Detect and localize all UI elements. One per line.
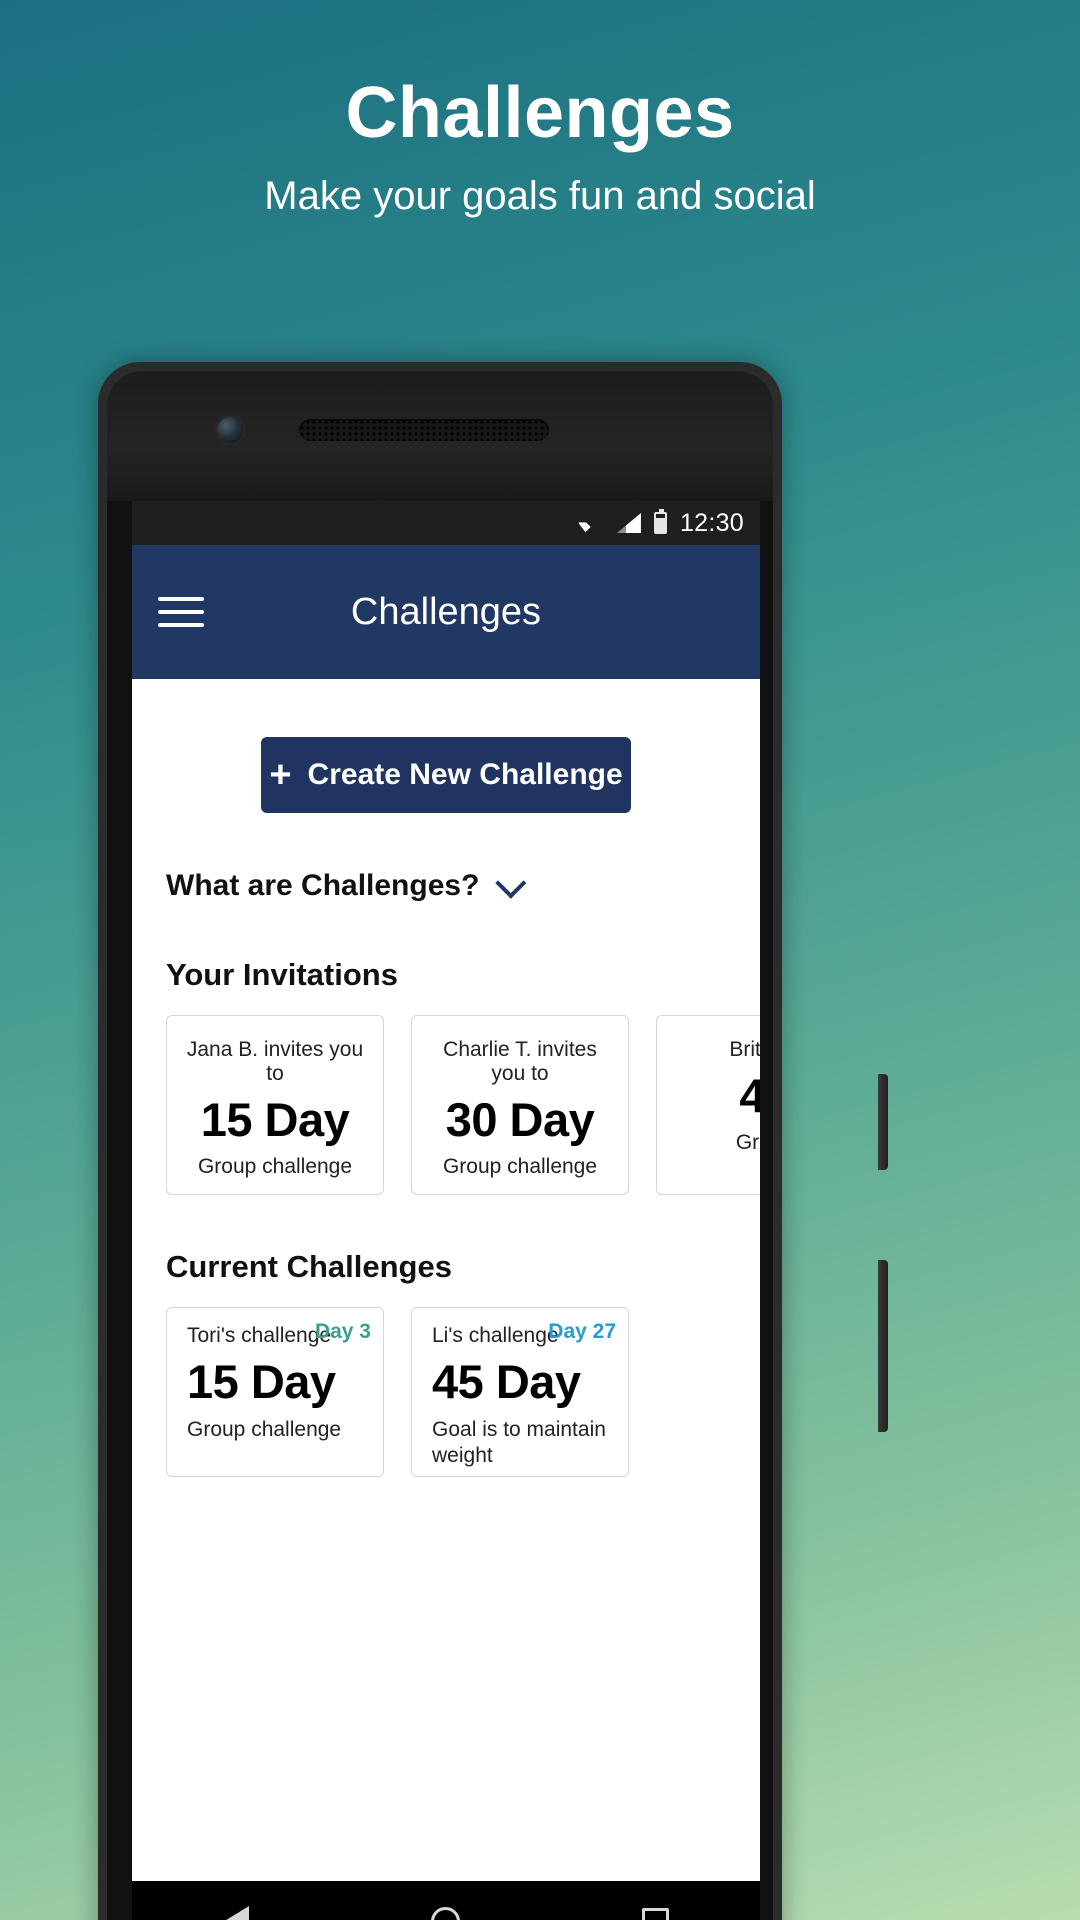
invitation-inviter: Charlie T. invites you to: [443, 1038, 597, 1085]
day-badge: Day 3: [314, 1320, 371, 1343]
your-invitations-heading: Your Invitations: [166, 957, 398, 992]
signal-icon: [616, 513, 641, 533]
promo-screenshot: Challenges Make your goals fun and socia…: [0, 0, 1080, 1920]
back-triangle-icon[interactable]: [223, 1905, 249, 1920]
invitation-inviter: Jana B. invites you to: [186, 1038, 364, 1085]
volume-button[interactable]: [878, 1260, 888, 1432]
plus-icon: +: [269, 754, 292, 796]
wifi-icon: [578, 514, 604, 533]
status-bar-clock: 12:30: [679, 508, 744, 537]
challenge-duration: 15 Day: [187, 1355, 336, 1408]
challenge-goal: Group challenge: [187, 1418, 342, 1441]
invitation-inviter: Brittany: [729, 1038, 760, 1061]
promo-subtitle: Make your goals fun and social: [264, 174, 816, 218]
invitation-duration: 30 Day: [445, 1093, 595, 1146]
power-button[interactable]: [878, 1074, 888, 1170]
invitation-type: Group challenge: [197, 1155, 353, 1178]
battery-icon: [653, 509, 667, 534]
home-circle-icon[interactable]: [431, 1907, 460, 1920]
phone-mockup: 12:30 Challenges + Create New Challenge …: [98, 362, 888, 1920]
status-bar: 12:30: [132, 501, 760, 545]
phone-body: 12:30 Challenges + Create New Challenge …: [107, 371, 773, 1920]
challenge-goal: Goal is to maintain weight: [432, 1418, 606, 1468]
page-title: Challenges: [350, 590, 542, 633]
phone-top-bezel: [107, 371, 773, 501]
invitation-type: Group: [735, 1131, 760, 1154]
current-challenges-carousel[interactable]: Day 3 Tori's challenge 15 Day Group chal…: [166, 1307, 736, 1477]
phone-screen: 12:30 Challenges + Create New Challenge …: [132, 501, 760, 1881]
invitation-type: Group challenge: [442, 1155, 598, 1178]
current-challenges-heading: Current Challenges: [166, 1249, 452, 1284]
earpiece-speaker: [299, 419, 549, 441]
invitation-duration: 15 Day: [200, 1093, 350, 1146]
invitation-duration: 45: [671, 1068, 760, 1123]
what-are-challenges-accordion[interactable]: What are Challenges?: [166, 867, 736, 903]
create-new-challenge-label: Create New Challenge: [307, 758, 623, 791]
current-challenge-card[interactable]: Day 27 Li's challenge 45 Day Goal is to …: [411, 1307, 629, 1477]
current-challenge-card[interactable]: Day 3 Tori's challenge 15 Day Group chal…: [166, 1307, 384, 1477]
invitation-card[interactable]: Brittany 45 Group: [656, 1015, 760, 1195]
recents-square-icon[interactable]: [642, 1908, 669, 1920]
invitation-card[interactable]: Jana B. invites you to 15 Day Group chal…: [166, 1015, 384, 1195]
chevron-down-icon[interactable]: [495, 867, 527, 899]
promo-title: Challenges: [345, 73, 735, 153]
app-bar: Challenges: [132, 545, 760, 679]
front-camera-icon: [217, 417, 243, 443]
invitation-card[interactable]: Charlie T. invites you to 30 Day Group c…: [411, 1015, 629, 1195]
main-content: + Create New Challenge What are Challeng…: [132, 737, 760, 1881]
challenge-duration: 45 Day: [432, 1355, 581, 1408]
what-are-challenges-label: What are Challenges?: [166, 869, 480, 902]
create-new-challenge-button[interactable]: + Create New Challenge: [261, 737, 631, 813]
day-badge: Day 27: [548, 1320, 616, 1343]
android-nav-bar: [132, 1881, 760, 1920]
invitations-carousel[interactable]: Jana B. invites you to 15 Day Group chal…: [166, 1015, 760, 1195]
hamburger-menu-icon[interactable]: [158, 588, 204, 636]
